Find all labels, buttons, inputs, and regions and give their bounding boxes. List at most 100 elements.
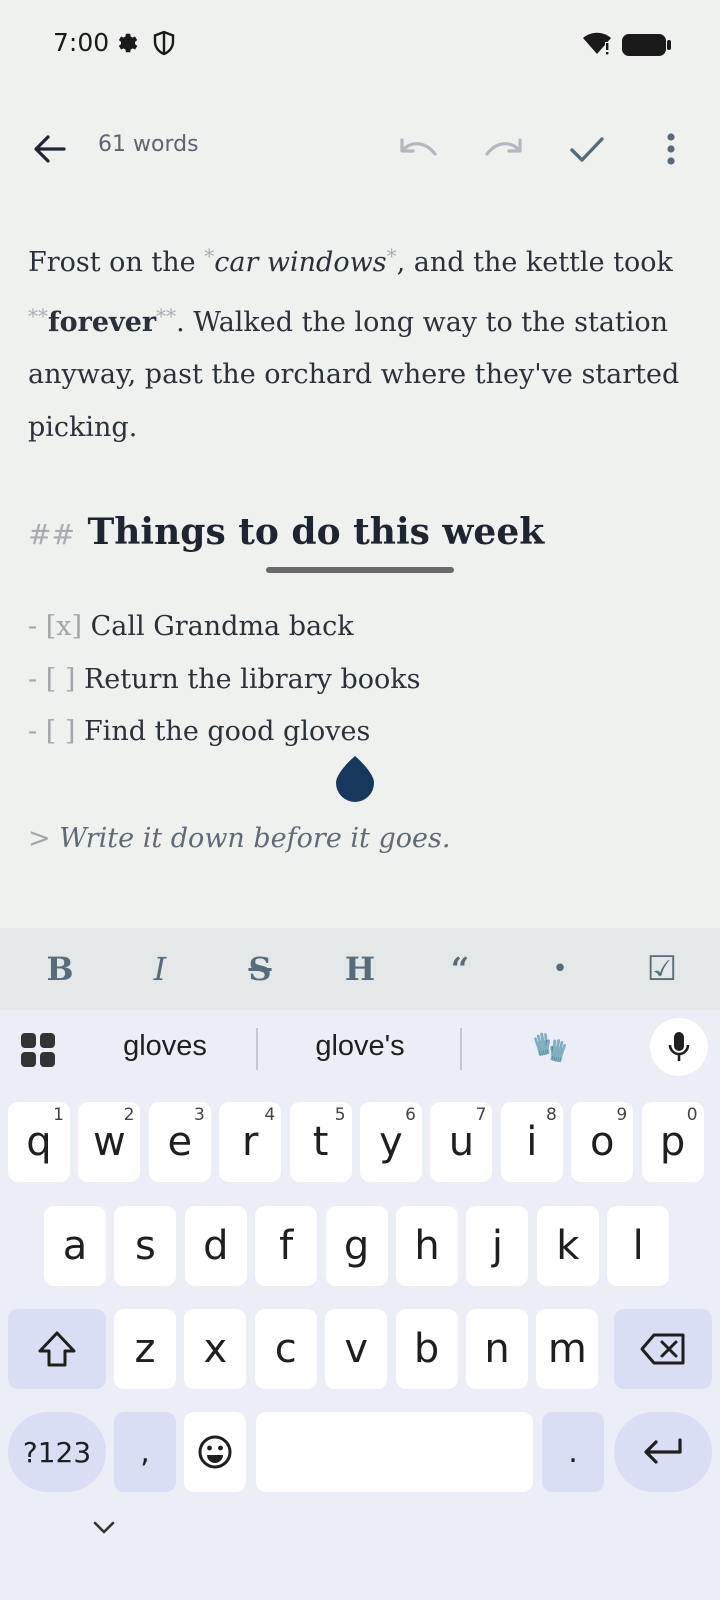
key-u[interactable]: u7	[430, 1102, 493, 1182]
task-item[interactable]: - [ ] Find the good gloves	[28, 706, 698, 759]
key-i[interactable]: i8	[500, 1102, 563, 1182]
check-icon	[570, 137, 604, 162]
key-number-hint: 2	[123, 1105, 135, 1125]
key-q[interactable]: q1	[8, 1102, 70, 1182]
key-y[interactable]: y6	[360, 1102, 422, 1182]
suggestion-emoji[interactable]: 🧤	[500, 1030, 600, 1065]
emoji-face-icon	[198, 1435, 232, 1469]
suggestion-strip: gloves glove's 🧤	[0, 1010, 720, 1092]
key-e[interactable]: e3	[148, 1102, 211, 1182]
shield-icon	[152, 30, 176, 61]
task-list: - [x] Call Grandma back - [ ] Return the…	[28, 601, 698, 759]
bullet-list-button[interactable]: •	[520, 928, 600, 1010]
task-text: Call Grandma back	[90, 611, 354, 642]
voice-input-button[interactable]	[650, 1018, 708, 1076]
key-m[interactable]: m	[536, 1309, 599, 1389]
bold-marker: **	[28, 303, 48, 328]
heading-marker: ##	[28, 518, 75, 551]
done-button[interactable]	[564, 126, 610, 172]
emoji-key[interactable]	[184, 1412, 246, 1492]
bold-button[interactable]: B	[20, 928, 100, 1010]
key-n[interactable]: n	[466, 1309, 528, 1389]
gesture-handle[interactable]	[266, 567, 454, 573]
redo-icon	[485, 138, 522, 156]
period-key[interactable]: .	[542, 1412, 604, 1492]
key-s[interactable]: s	[114, 1206, 177, 1286]
key-number-hint: 9	[616, 1105, 628, 1125]
apps-grid-button[interactable]	[20, 1032, 56, 1073]
more-vert-icon	[667, 133, 675, 165]
key-b[interactable]: b	[395, 1309, 458, 1389]
key-t[interactable]: t5	[289, 1102, 352, 1182]
apps-grid-icon	[21, 1033, 55, 1067]
microphone-icon	[668, 1032, 690, 1061]
key-number-hint: 4	[264, 1105, 276, 1125]
key-h[interactable]: h	[396, 1206, 458, 1286]
key-w[interactable]: w2	[78, 1102, 141, 1182]
key-x[interactable]: x	[184, 1309, 247, 1389]
key-r[interactable]: r4	[219, 1102, 282, 1182]
key-label: w	[93, 1119, 126, 1165]
key-g[interactable]: g	[325, 1206, 388, 1286]
heading-button[interactable]: H	[320, 928, 400, 1010]
key-number-hint: 0	[686, 1105, 698, 1125]
status-time: 7:00	[53, 28, 110, 57]
key-number-hint: 1	[53, 1105, 64, 1125]
heading-text: Things to do this week	[87, 511, 545, 553]
key-a[interactable]: a	[44, 1206, 106, 1286]
quote-text: Write it down before it goes.	[59, 822, 451, 854]
italic-marker: *	[204, 244, 215, 268]
enter-arrow-icon	[644, 1438, 682, 1464]
key-z[interactable]: z	[114, 1309, 176, 1389]
redo-button[interactable]	[480, 126, 526, 172]
key-k[interactable]: k	[536, 1206, 599, 1286]
key-number-hint: 5	[334, 1105, 346, 1125]
suggestion[interactable]: glove's	[280, 1030, 440, 1063]
checkbox-button[interactable]: ☑	[622, 928, 702, 1010]
key-c[interactable]: c	[254, 1309, 317, 1389]
formatting-bar: B I S H “ • ☑	[0, 928, 720, 1010]
divider	[256, 1028, 258, 1070]
key-label: q	[26, 1119, 52, 1165]
comma-key[interactable]: ,	[114, 1412, 176, 1492]
key-v[interactable]: v	[325, 1309, 388, 1389]
undo-icon	[400, 138, 437, 156]
strikethrough-button[interactable]: S	[220, 928, 300, 1010]
hide-keyboard-button[interactable]	[92, 1520, 116, 1541]
key-label: p	[659, 1119, 686, 1165]
more-options-button[interactable]	[648, 126, 694, 172]
key-l[interactable]: l	[607, 1206, 670, 1286]
chevron-down-icon	[93, 1521, 115, 1534]
quote-marker: >	[28, 822, 51, 854]
cursor-handle[interactable]	[336, 756, 374, 807]
bold-marker: **	[156, 303, 177, 328]
key-o[interactable]: o9	[571, 1102, 634, 1182]
unchecked-box-marker: - [ ]	[28, 716, 76, 747]
blockquote: > Write it down before it goes.	[28, 813, 698, 865]
key-label: r	[241, 1119, 259, 1165]
keyboard: gloves glove's 🧤 q1w2e3r4t5y6u7i8o9p0 as…	[0, 1010, 720, 1600]
backspace-icon	[640, 1333, 685, 1365]
key-f[interactable]: f	[255, 1206, 318, 1286]
navigation-bar	[0, 1500, 720, 1600]
key-j[interactable]: j	[466, 1206, 529, 1286]
space-key[interactable]	[256, 1412, 533, 1492]
undo-button[interactable]	[396, 126, 442, 172]
shift-key[interactable]	[8, 1309, 106, 1389]
italic-text: car windows	[214, 247, 387, 278]
suggestion[interactable]: gloves	[100, 1030, 230, 1063]
key-p[interactable]: p0	[641, 1102, 704, 1182]
task-text: Find the good gloves	[83, 716, 371, 747]
symbols-key[interactable]: ?123	[8, 1412, 106, 1492]
key-number-hint: 3	[193, 1105, 205, 1125]
word-count: 61 words	[98, 132, 199, 157]
back-button[interactable]	[26, 126, 72, 172]
italic-button[interactable]: I	[120, 928, 200, 1010]
key-d[interactable]: d	[184, 1206, 247, 1286]
quote-button[interactable]: “	[420, 928, 500, 1010]
task-item[interactable]: - [ ] Return the library books	[28, 654, 698, 707]
backspace-key[interactable]	[614, 1309, 712, 1389]
task-item[interactable]: - [x] Call Grandma back	[28, 601, 698, 654]
settings-gear-icon	[114, 30, 140, 61]
enter-key[interactable]	[614, 1412, 712, 1492]
